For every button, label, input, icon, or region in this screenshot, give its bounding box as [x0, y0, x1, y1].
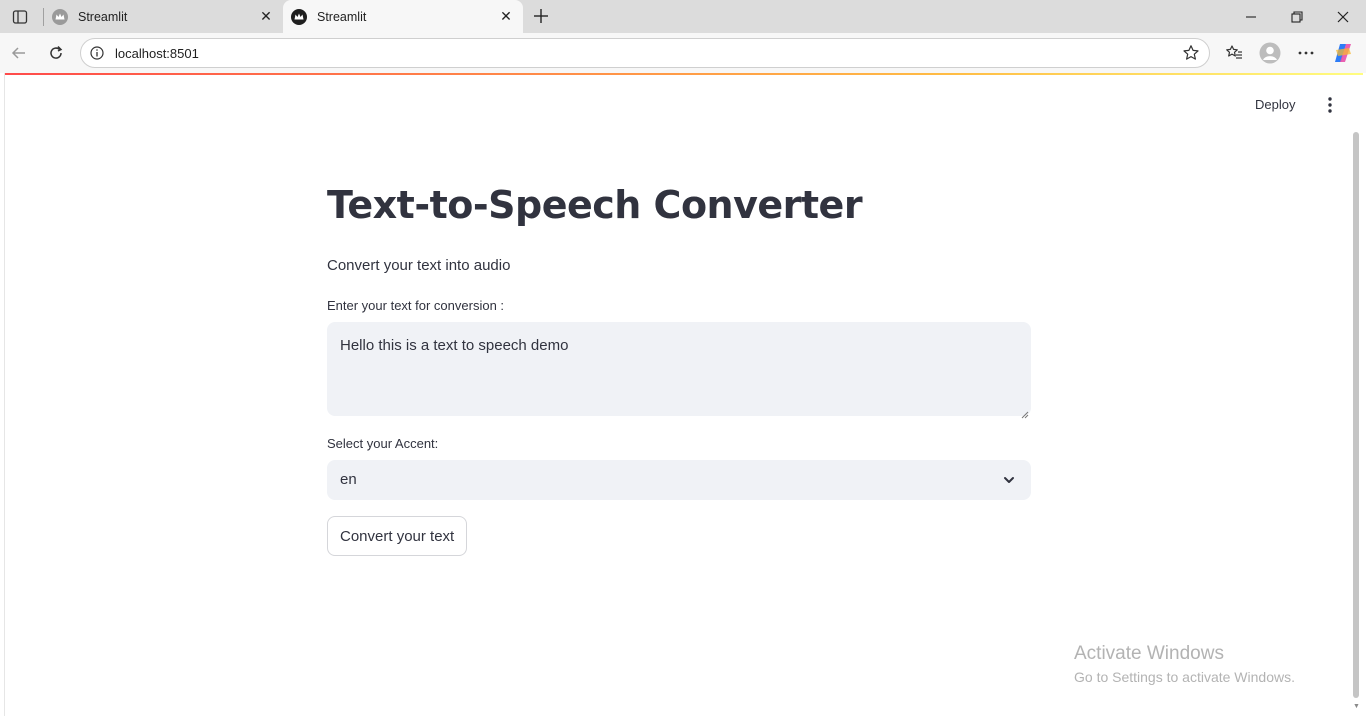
accent-select[interactable]: en: [327, 460, 1031, 500]
page-subtitle: Convert your text into audio: [327, 257, 511, 274]
accent-select-label: Select your Accent:: [327, 436, 439, 451]
deploy-button[interactable]: Deploy: [1255, 93, 1295, 115]
minimize-icon[interactable]: [1228, 0, 1274, 33]
streamlit-crown-icon: [291, 8, 307, 25]
close-icon[interactable]: ✕: [255, 6, 277, 28]
tab-actions-icon[interactable]: [8, 6, 32, 28]
windows-activation-watermark: Activate Windows Go to Settings to activ…: [1074, 643, 1295, 685]
streamlit-header-decoration: [5, 73, 1363, 75]
browser-tab-2[interactable]: Streamlit ✕: [283, 0, 523, 33]
text-area-value: Hello this is a text to speech demo: [340, 337, 569, 354]
accent-select-value: en: [340, 471, 357, 488]
text-area-input[interactable]: Hello this is a text to speech demo: [327, 322, 1031, 419]
favorite-star-icon[interactable]: [1181, 43, 1201, 63]
text-input-label: Enter your text for conversion :: [327, 298, 505, 313]
address-bar[interactable]: localhost:8501: [80, 38, 1210, 68]
tab-title: Streamlit: [317, 9, 367, 24]
close-icon[interactable]: ✕: [495, 6, 517, 28]
chevron-down-icon: [1000, 471, 1018, 489]
url-text: localhost:8501: [115, 46, 199, 61]
scrollbar-thumb[interactable]: [1353, 132, 1359, 698]
resize-grip-icon[interactable]: [1021, 406, 1029, 419]
copilot-icon[interactable]: [1331, 41, 1355, 65]
watermark-line-2: Go to Settings to activate Windows.: [1074, 669, 1295, 685]
page-title: Text-to-Speech Converter: [327, 183, 863, 227]
streamlit-crown-icon: [52, 8, 68, 25]
browser-toolbar: localhost:8501: [0, 33, 1366, 73]
browser-tab-strip: Streamlit ✕ Streamlit ✕: [0, 0, 1366, 33]
restore-icon[interactable]: [1274, 0, 1320, 33]
back-arrow-icon[interactable]: [6, 40, 32, 66]
page-viewport: Deploy ▼ Text-to-Speech Converter Conver…: [4, 73, 1363, 716]
favorites-icon[interactable]: [1222, 41, 1246, 65]
main-menu-icon[interactable]: [1319, 94, 1341, 116]
scroll-down-arrow-icon[interactable]: ▼: [1353, 703, 1360, 711]
browser-tab-1[interactable]: Streamlit ✕: [44, 0, 283, 33]
more-options-icon[interactable]: [1294, 41, 1318, 65]
tab-title: Streamlit: [78, 9, 128, 24]
window-close-icon[interactable]: [1320, 0, 1366, 33]
profile-avatar-icon[interactable]: [1258, 41, 1282, 65]
watermark-line-1: Activate Windows: [1074, 643, 1224, 664]
site-info-icon[interactable]: [90, 46, 104, 60]
new-tab-plus-icon[interactable]: [529, 5, 553, 27]
reload-icon[interactable]: [43, 40, 69, 66]
convert-button[interactable]: Convert your text: [327, 516, 468, 556]
